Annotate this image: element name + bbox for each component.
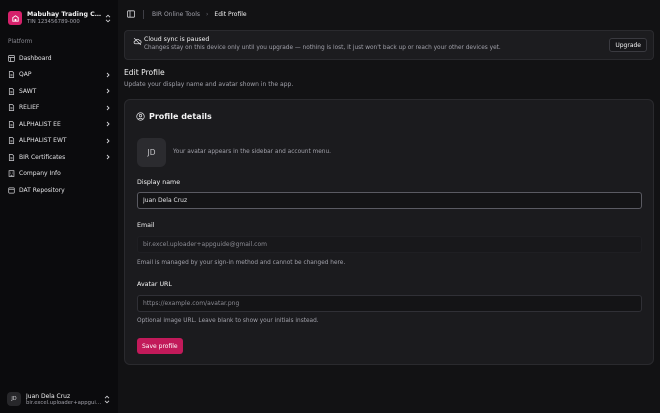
org-logo-icon: [8, 11, 22, 25]
document-icon: [7, 104, 15, 112]
sidebar-item-bir-certificates[interactable]: BIR Certificates: [0, 149, 118, 166]
breadcrumb-parent[interactable]: BIR Online Tools: [152, 11, 200, 18]
user-circle-icon: [136, 112, 145, 121]
sidebar-item-alphalist-ewt[interactable]: ALPHALIST EWT: [0, 133, 118, 150]
org-switcher[interactable]: Mabuhay Trading Corp... TIN 123456789-00…: [0, 0, 118, 30]
banner-title: Cloud sync is paused: [144, 36, 210, 43]
sidebar-item-relief[interactable]: RELIEF: [0, 100, 118, 117]
document-icon: [7, 153, 15, 161]
sidebar-item-dat-repository[interactable]: DAT Repository: [0, 182, 118, 199]
user-email: bir.excel.uploader+appguid...: [26, 399, 103, 406]
topbar-divider: [143, 9, 144, 19]
database-icon: [7, 186, 15, 194]
sidebar-item-label: RELIEF: [19, 104, 40, 112]
chevron-right-icon: [106, 138, 110, 144]
upgrade-button[interactable]: Upgrade: [609, 38, 647, 52]
display-name-label: Display name: [137, 179, 181, 186]
main-content: BIR Online Tools › Edit Profile Cloud sy…: [118, 0, 660, 413]
avatar-url-label: Avatar URL: [137, 281, 172, 288]
sidebar-item-label: Company Info: [19, 170, 61, 178]
sidebar-item-dashboard[interactable]: Dashboard: [0, 50, 118, 67]
card-title: Profile details: [149, 112, 212, 121]
breadcrumb-separator: ›: [206, 10, 209, 18]
cloud-off-icon: [133, 37, 142, 46]
org-name: Mabuhay Trading Corp...: [27, 11, 104, 18]
building-icon: [7, 170, 15, 178]
sidebar-item-company-info[interactable]: Company Info: [0, 166, 118, 183]
chevron-updown-icon: [104, 13, 112, 23]
sidebar-nav: Dashboard QAP SAWT RELIEF ALPHALIST EE A…: [0, 50, 118, 199]
sync-paused-banner: Cloud sync is paused Changes stay on thi…: [124, 30, 654, 60]
banner-description: Changes stay on this device only until y…: [144, 45, 501, 51]
user-menu[interactable]: JD Juan Dela Cruz bir.excel.uploader+app…: [0, 385, 118, 413]
sidebar-item-label: ALPHALIST EWT: [19, 137, 67, 145]
sidebar-item-alphalist-ee[interactable]: ALPHALIST EE: [0, 116, 118, 133]
chevron-right-icon: [106, 154, 110, 160]
avatar-url-field[interactable]: [137, 295, 642, 312]
sidebar-item-label: ALPHALIST EE: [19, 120, 61, 128]
chevron-right-icon: [106, 121, 110, 127]
breadcrumb-current: Edit Profile: [214, 10, 247, 18]
sidebar-toggle-icon[interactable]: [126, 10, 135, 19]
document-icon: [7, 87, 15, 95]
document-icon: [7, 120, 15, 128]
page-title: Edit Profile: [124, 68, 165, 77]
chevron-right-icon: [106, 88, 110, 94]
page-subtitle: Update your display name and avatar show…: [124, 81, 294, 88]
avatar-note: Your avatar appears in the sidebar and a…: [173, 149, 331, 155]
email-label: Email: [137, 222, 155, 229]
org-tin: TIN 123456789-000: [27, 19, 80, 25]
avatar: JD: [137, 138, 166, 167]
document-icon: [7, 71, 15, 79]
chevron-updown-icon: [103, 394, 111, 404]
sidebar-item-label: SAWT: [19, 87, 37, 95]
dashboard-icon: [7, 54, 15, 62]
email-field: [137, 236, 642, 253]
chevron-right-icon: [106, 72, 110, 78]
profile-details-card: Profile details JD Your avatar appears i…: [124, 99, 654, 365]
avatar: JD: [7, 392, 21, 406]
document-icon: [7, 137, 15, 145]
display-name-field[interactable]: [137, 192, 642, 209]
sidebar-item-sawt[interactable]: SAWT: [0, 83, 118, 100]
email-hint: Email is managed by your sign-in method …: [137, 260, 346, 266]
chevron-right-icon: [106, 105, 110, 111]
save-profile-button[interactable]: Save profile: [137, 338, 183, 354]
sidebar-item-label: DAT Repository: [19, 186, 65, 194]
sidebar-item-qap[interactable]: QAP: [0, 67, 118, 84]
sidebar-item-label: BIR Certificates: [19, 153, 66, 161]
sidebar-section-label: Platform: [8, 39, 33, 45]
sidebar-item-label: Dashboard: [19, 54, 52, 62]
avatar-url-hint: Optional image URL. Leave blank to show …: [137, 318, 319, 324]
topbar: BIR Online Tools › Edit Profile: [118, 0, 660, 28]
user-name: Juan Dela Cruz: [26, 392, 71, 400]
sidebar-item-label: QAP: [19, 71, 32, 79]
sidebar: Mabuhay Trading Corp... TIN 123456789-00…: [0, 0, 118, 413]
